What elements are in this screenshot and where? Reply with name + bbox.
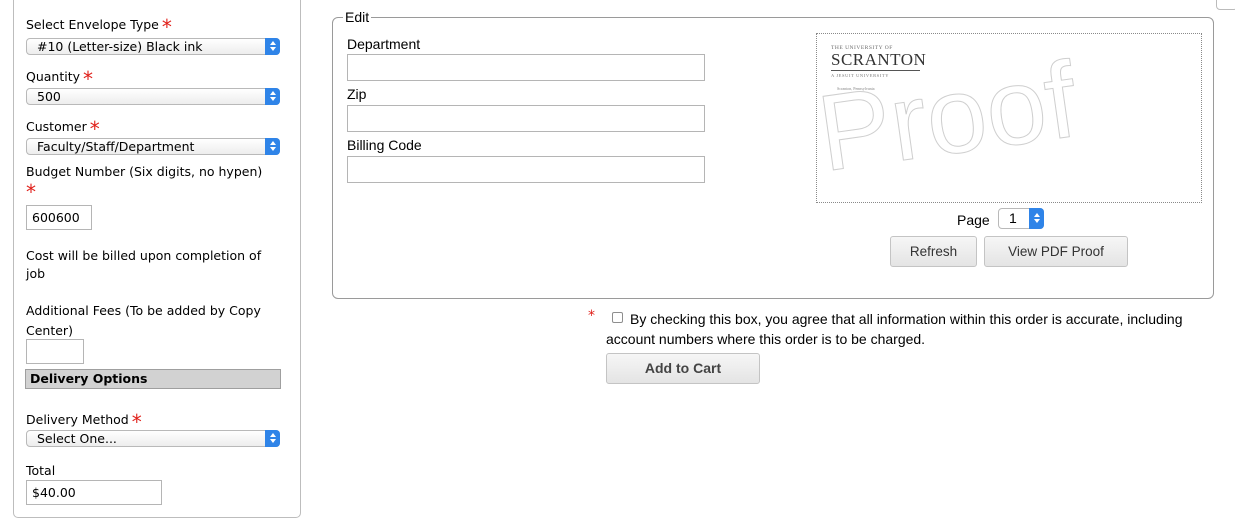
page-label: Page (957, 212, 990, 228)
billing-code-input[interactable] (347, 156, 705, 183)
refresh-button[interactable]: Refresh (890, 236, 977, 267)
corner-control (1216, 0, 1235, 10)
billing-note: Cost will be billed upon completion of j… (26, 248, 262, 281)
delivery-method-select[interactable]: Select One... (26, 430, 280, 447)
budget-number-label: Budget Number (Six digits, no hypen) * (26, 164, 263, 204)
select-chevron-icon (265, 88, 280, 105)
budget-number-input[interactable]: 600600 (26, 205, 92, 230)
envelope-proof-preview: THE UNIVERSITY OF SCRANTON A JESUIT UNIV… (816, 33, 1202, 203)
envelope-type-value: #10 (Letter-size) Black ink (37, 39, 203, 54)
view-pdf-proof-button[interactable]: View PDF Proof (984, 236, 1128, 267)
additional-fees-input[interactable] (26, 339, 84, 364)
envelope-type-select[interactable]: #10 (Letter-size) Black ink (26, 38, 280, 55)
customer-value: Faculty/Staff/Department (37, 139, 195, 154)
select-chevron-icon (1029, 208, 1044, 229)
total-field: $40.00 (26, 480, 162, 505)
delivery-method-value: Select One... (37, 431, 117, 446)
agreement-text: By checking this box, you agree that all… (606, 311, 1183, 347)
envelope-type-label: Select Envelope Type * (26, 15, 172, 39)
add-to-cart-button[interactable]: Add to Cart (606, 353, 760, 384)
select-chevron-icon (265, 38, 280, 55)
total-label: Total (26, 463, 56, 478)
department-input[interactable] (347, 54, 705, 81)
additional-fees-label: Additional Fees (To be added by Copy Cen… (26, 303, 261, 338)
agreement-required-marker: * (588, 308, 595, 324)
quantity-label: Quantity * (26, 67, 94, 91)
zip-input[interactable] (347, 105, 705, 132)
agreement-checkbox[interactable] (612, 312, 623, 323)
page-select[interactable]: 1 (998, 208, 1044, 229)
edit-legend: Edit (343, 9, 372, 25)
delivery-options-heading: Delivery Options (25, 369, 281, 389)
quantity-select[interactable]: 500 (26, 88, 280, 105)
select-chevron-icon (265, 138, 280, 155)
page-select-value: 1 (1009, 210, 1017, 226)
zip-label: Zip (347, 86, 367, 102)
select-chevron-icon (265, 430, 280, 447)
customer-label: Customer * (26, 117, 100, 141)
billing-code-label: Billing Code (347, 137, 422, 153)
delivery-method-label: Delivery Method * (26, 410, 142, 434)
quantity-value: 500 (37, 89, 61, 104)
department-label: Department (347, 36, 421, 52)
customer-select[interactable]: Faculty/Staff/Department (26, 138, 280, 155)
